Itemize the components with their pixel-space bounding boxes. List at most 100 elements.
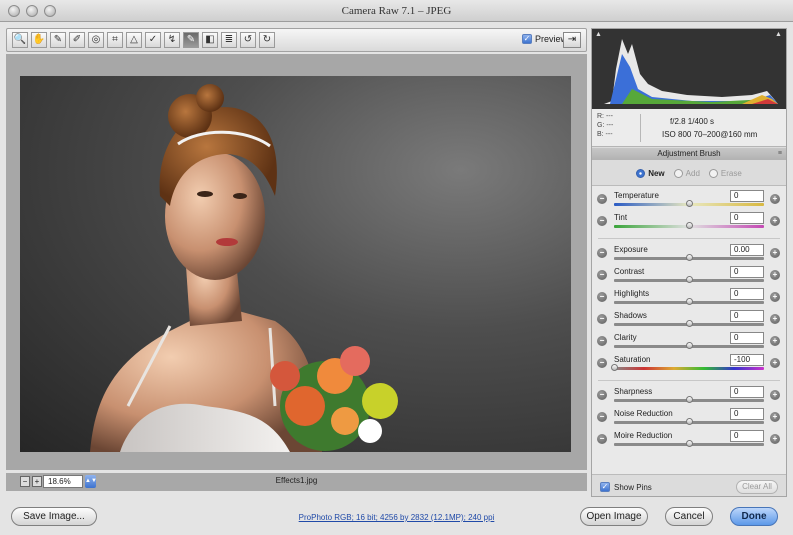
slider-row-shadows: − Shadows 0 + — [592, 310, 786, 332]
decrease-temperature-icon[interactable]: − — [597, 194, 607, 204]
increase-temperature-icon[interactable]: + — [770, 194, 780, 204]
highlight-clipping-warning-icon[interactable]: ▲ — [775, 31, 783, 39]
camera-info: R: --- G: --- B: --- f/2.8 1/400 s ISO 8… — [592, 109, 786, 147]
spot-removal-icon[interactable]: ✓ — [145, 32, 161, 48]
mode-radio[interactable] — [673, 168, 683, 178]
mode-new[interactable]: New — [636, 168, 665, 178]
increase-shadows-icon[interactable]: + — [770, 314, 780, 324]
moire-reduction-slider-thumb[interactable] — [686, 440, 693, 447]
moire-reduction-value-field[interactable]: 0 — [730, 430, 764, 442]
shadows-label: Shadows — [614, 311, 647, 320]
decrease-shadows-icon[interactable]: − — [597, 314, 607, 324]
blue-readout: B: --- — [597, 131, 613, 138]
temperature-value-field[interactable]: 0 — [730, 190, 764, 202]
cancel-button[interactable]: Cancel — [665, 507, 713, 526]
increase-moire-reduction-icon[interactable]: + — [770, 434, 780, 444]
increase-contrast-icon[interactable]: + — [770, 270, 780, 280]
saturation-slider-track[interactable] — [614, 367, 764, 370]
mode-erase[interactable]: Erase — [708, 168, 742, 178]
saturation-slider-thumb[interactable] — [611, 364, 618, 371]
saturation-value-field[interactable]: -100 — [730, 354, 764, 366]
slider-row-contrast: − Contrast 0 + — [592, 266, 786, 288]
shadow-clipping-warning-icon[interactable]: ▲ — [595, 31, 603, 39]
decrease-contrast-icon[interactable]: − — [597, 270, 607, 280]
noise-reduction-slider-thumb[interactable] — [686, 418, 693, 425]
clear-all-button[interactable]: Clear All — [736, 480, 778, 494]
decrease-saturation-icon[interactable]: − — [597, 358, 607, 368]
increase-sharpness-icon[interactable]: + — [770, 390, 780, 400]
decrease-noise-reduction-icon[interactable]: − — [597, 412, 607, 422]
show-pins-checkbox[interactable]: ✓ — [600, 482, 610, 492]
decrease-tint-icon[interactable]: − — [597, 216, 607, 226]
decrease-exposure-icon[interactable]: − — [597, 248, 607, 258]
highlights-value-field[interactable]: 0 — [730, 288, 764, 300]
mode-radio[interactable] — [636, 168, 646, 178]
contrast-value-field[interactable]: 0 — [730, 266, 764, 278]
contrast-slider-thumb[interactable] — [686, 276, 693, 283]
aperture-shutter: f/2.8 1/400 s — [670, 117, 715, 126]
increase-clarity-icon[interactable]: + — [770, 336, 780, 346]
slider-group-divider — [598, 238, 780, 239]
show-pins-label: Show Pins — [614, 482, 652, 492]
straighten-icon[interactable]: △ — [126, 32, 142, 48]
increase-noise-reduction-icon[interactable]: + — [770, 412, 780, 422]
shadows-slider-thumb[interactable] — [686, 320, 693, 327]
done-button[interactable]: Done — [730, 507, 778, 526]
saturation-label: Saturation — [614, 355, 651, 364]
bride-photo-illustration — [90, 84, 398, 452]
file-name: Effects1.jpg — [275, 476, 318, 485]
clarity-slider-thumb[interactable] — [686, 342, 693, 349]
decrease-moire-reduction-icon[interactable]: − — [597, 434, 607, 444]
shadows-value-field[interactable]: 0 — [730, 310, 764, 322]
moire-reduction-label: Moire Reduction — [614, 431, 673, 440]
histogram: ▲ ▲ — [592, 29, 786, 109]
image-preview-area[interactable] — [6, 54, 587, 470]
exposure-slider-thumb[interactable] — [686, 254, 693, 261]
tint-slider-thumb[interactable] — [686, 222, 693, 229]
graduated-filter-icon[interactable]: ◧ — [202, 32, 218, 48]
exposure-value-field[interactable]: 0.00 — [730, 244, 764, 256]
sharpness-label: Sharpness — [614, 387, 653, 396]
clarity-value-field[interactable]: 0 — [730, 332, 764, 344]
highlights-slider-thumb[interactable] — [686, 298, 693, 305]
increase-exposure-icon[interactable]: + — [770, 248, 780, 258]
noise-reduction-value-field[interactable]: 0 — [730, 408, 764, 420]
preferences-icon[interactable]: ≣ — [221, 32, 237, 48]
title-bar: Camera Raw 7.1 – JPEG — [0, 0, 793, 22]
decrease-sharpness-icon[interactable]: − — [597, 390, 607, 400]
tool-bar: 🔍 ✋ ✎ ✐ ◎ ⌗ △ ✓ ↯ ✎ ◧ ≣ ↺ ↻ ✓ Preview ⇥ — [6, 28, 587, 52]
slider-row-sharpness: − Sharpness 0 + — [592, 386, 786, 408]
increase-highlights-icon[interactable]: + — [770, 292, 780, 302]
crop-icon[interactable]: ⌗ — [107, 32, 123, 48]
open-image-button[interactable]: Open Image — [580, 507, 648, 526]
bride-photo — [20, 76, 571, 452]
rotate-right-icon[interactable]: ↻ — [259, 32, 275, 48]
temperature-slider-thumb[interactable] — [686, 200, 693, 207]
fullscreen-toggle-icon[interactable]: ⇥ — [563, 32, 581, 48]
sharpness-slider-thumb[interactable] — [686, 396, 693, 403]
hand-icon[interactable]: ✋ — [31, 32, 47, 48]
iso-lens: ISO 800 70–200@160 mm — [662, 130, 758, 139]
red-eye-icon[interactable]: ↯ — [164, 32, 180, 48]
preview-checkbox[interactable]: ✓ — [522, 34, 532, 44]
increase-tint-icon[interactable]: + — [770, 216, 780, 226]
panel-menu-icon[interactable]: ≡ — [778, 148, 782, 160]
target-adjustment-icon[interactable]: ◎ — [88, 32, 104, 48]
decrease-clarity-icon[interactable]: − — [597, 336, 607, 346]
right-panel: ▲ ▲ R: --- G: --- B: --- f/2.8 1/400 s I… — [591, 28, 787, 497]
rotate-left-icon[interactable]: ↺ — [240, 32, 256, 48]
contrast-label: Contrast — [614, 267, 645, 276]
show-pins-toggle[interactable]: ✓ Show Pins — [600, 482, 652, 492]
tint-value-field[interactable]: 0 — [730, 212, 764, 224]
white-balance-icon[interactable]: ✎ — [50, 32, 66, 48]
color-sampler-icon[interactable]: ✐ — [69, 32, 85, 48]
sharpness-value-field[interactable]: 0 — [730, 386, 764, 398]
increase-saturation-icon[interactable]: + — [770, 358, 780, 368]
mode-radio[interactable] — [708, 168, 718, 178]
preview-toggle[interactable]: ✓ Preview — [522, 34, 567, 44]
decrease-highlights-icon[interactable]: − — [597, 292, 607, 302]
slider-group-divider — [598, 380, 780, 381]
zoom-icon[interactable]: 🔍 — [12, 32, 28, 48]
adjustment-brush-icon[interactable]: ✎ — [183, 32, 199, 48]
mode-add[interactable]: Add — [673, 168, 700, 178]
